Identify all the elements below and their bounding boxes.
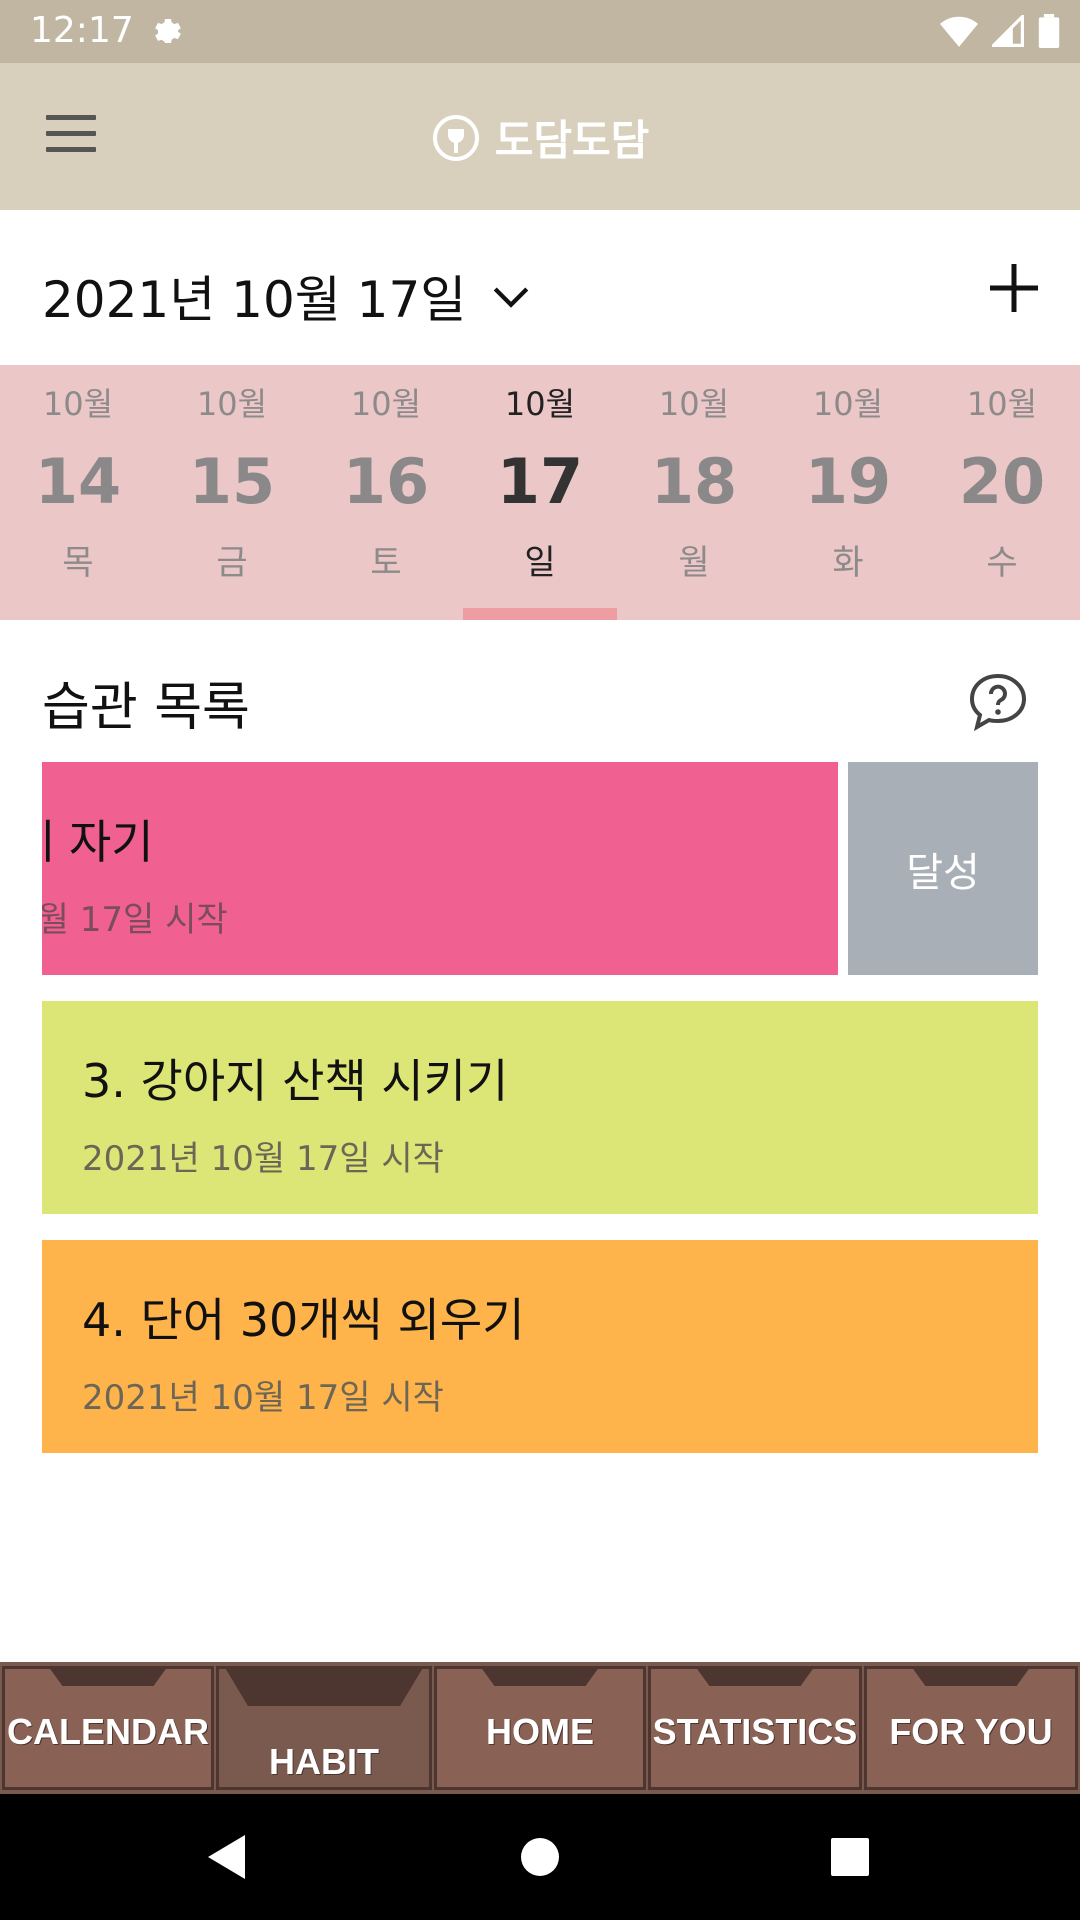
habit-card[interactable]: 3. 강아지 산책 시키기 2021년 10월 17일 시작 (42, 1001, 1038, 1214)
tab-calendar[interactable]: CALENDAR (2, 1666, 214, 1790)
logo-icon (432, 114, 479, 161)
day-weekday: 수 (986, 543, 1018, 583)
day-month: 10월 (504, 385, 576, 423)
habit-start-date: 0월 17일 시작 (42, 900, 228, 940)
date-header: 2021년 10월 17일 (0, 210, 1080, 365)
day-number: 19 (804, 445, 892, 518)
habit-title: 4. 단어 30개씩 외우기 (82, 1293, 525, 1347)
app-title: 도담도담 (494, 116, 650, 165)
app-bar: 도담도담 (0, 63, 1080, 210)
battery-icon (1038, 14, 1060, 48)
day-weekday: 화 (832, 543, 864, 583)
help-icon[interactable] (966, 670, 1030, 734)
habit-start-date: 2021년 10월 17일 시작 (82, 1378, 444, 1418)
tab-home[interactable]: HOME (434, 1666, 646, 1790)
habit-title: 3. 강아지 산책 시키기 (82, 1054, 509, 1108)
app-title-group: 도담도담 (0, 107, 1080, 168)
week-strip: 10월 14 목 10월 15 금 10월 16 토 10월 17 일 10월 … (0, 365, 1080, 620)
day-weekday: 일 (524, 543, 556, 583)
current-date: 2021년 10월 17일 (42, 271, 467, 329)
day-cell[interactable]: 10월 14 목 (1, 365, 155, 620)
settings-gear-icon (155, 19, 181, 43)
tab-label: STATISTICS (652, 1711, 858, 1752)
habit-start-date: 2021년 10월 17일 시작 (82, 1139, 444, 1179)
achieve-button[interactable]: 달성 (848, 762, 1038, 975)
day-weekday: 금 (216, 543, 248, 583)
habit-card[interactable]: 에 자기 0월 17일 시작 (42, 762, 838, 975)
back-triangle-icon[interactable] (205, 1832, 249, 1882)
day-weekday: 월 (678, 543, 710, 583)
home-circle-icon[interactable] (520, 1832, 560, 1882)
tab-notch (480, 1666, 600, 1686)
status-time: 12:17 (30, 10, 134, 51)
day-cell-selected[interactable]: 10월 17 일 (463, 365, 617, 620)
day-weekday: 토 (370, 543, 402, 583)
status-bar: 12:17 (0, 0, 1080, 63)
add-habit-button[interactable] (986, 260, 1042, 316)
system-nav-bar (0, 1794, 1080, 1920)
day-cell[interactable]: 10월 18 월 (617, 365, 771, 620)
day-month: 10월 (350, 385, 422, 423)
day-month: 10월 (42, 385, 114, 423)
day-weekday: 목 (62, 543, 94, 583)
status-icons (940, 14, 1060, 48)
day-number: 15 (188, 445, 276, 518)
tab-habit[interactable]: HABIT (216, 1666, 432, 1790)
selected-day-indicator (463, 608, 617, 620)
day-month: 10월 (966, 385, 1038, 423)
date-picker-button[interactable]: 2021년 10월 17일 (42, 260, 532, 332)
tab-notch (48, 1666, 168, 1686)
tab-for-you[interactable]: FOR YOU (864, 1666, 1078, 1790)
day-number: 18 (650, 445, 738, 518)
tab-notch (224, 1666, 424, 1706)
day-cell[interactable]: 10월 16 토 (309, 365, 463, 620)
tab-notch (911, 1666, 1031, 1686)
habit-list-title: 습관 목록 (42, 678, 250, 738)
day-month: 10월 (812, 385, 884, 423)
signal-icon (992, 15, 1024, 47)
day-number: 20 (958, 445, 1046, 518)
tab-label: HOME (486, 1711, 594, 1752)
tab-statistics[interactable]: STATISTICS (648, 1666, 862, 1790)
tab-label: HABIT (269, 1741, 379, 1782)
wifi-icon (940, 16, 978, 47)
habit-card[interactable]: 4. 단어 30개씩 외우기 2021년 10월 17일 시작 (42, 1240, 1038, 1453)
bottom-nav: CALENDAR HABIT HOME STATISTICS FOR YOU (0, 1662, 1080, 1794)
habit-title: 에 자기 (42, 815, 154, 869)
day-number: 16 (342, 445, 430, 518)
recents-square-icon[interactable] (830, 1832, 870, 1882)
day-number: 17 (496, 445, 584, 518)
tab-label: CALENDAR (7, 1711, 209, 1752)
tab-label: FOR YOU (889, 1711, 1053, 1752)
day-cell[interactable]: 10월 15 금 (155, 365, 309, 620)
day-number: 14 (34, 445, 122, 518)
day-month: 10월 (658, 385, 730, 423)
chevron-down-icon (494, 287, 529, 308)
tab-notch (695, 1666, 815, 1686)
day-cell[interactable]: 10월 19 화 (771, 365, 925, 620)
day-cell[interactable]: 10월 20 수 (925, 365, 1079, 620)
day-month: 10월 (196, 385, 268, 423)
